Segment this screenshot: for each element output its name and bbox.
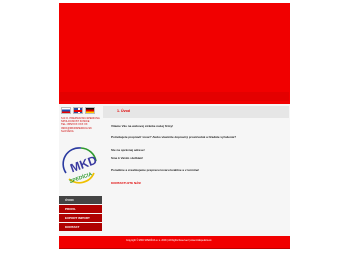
menu-item-uvod[interactable]: ÚVOD — [59, 196, 102, 204]
welcome-text: Vitame Vás na webovej stránke našej firm… — [111, 124, 174, 128]
logo-text: MKD — [68, 153, 99, 176]
page-title: 1. Úvod — [117, 109, 130, 113]
content-line: Ste na správnej adrese! — [111, 148, 145, 152]
header-strip — [60, 92, 289, 101]
contact-link[interactable]: KONTAKTUJTE NÁS! — [111, 181, 141, 186]
footer — [59, 236, 290, 248]
side-menu: ÚVOD PROFIL EXPORT IMPORT KONTAKT — [59, 196, 102, 232]
footer-copyright: Copyright © MKD SPEDÍCIA s.r.o. 2009 | A… — [126, 240, 212, 242]
menu-item-profil[interactable]: PROFIL — [59, 205, 102, 213]
content-line: Sme k Vašim službám! — [111, 156, 144, 160]
content-header-bar — [103, 106, 289, 118]
language-flags — [61, 107, 95, 114]
footer-divider — [59, 248, 290, 249]
flag-en-icon[interactable] — [73, 107, 83, 114]
company-info: S.R.O. PREPRAVNO-SPEDIČNÁ SPOLOČNOSŤ KOŠ… — [61, 117, 102, 133]
mkd-logo: MKD SPEDÍCIA — [62, 147, 99, 185]
flag-de-icon[interactable] — [85, 107, 95, 114]
header-banner — [59, 3, 290, 104]
content-line: Potrebujete prepraviť tovar? Alebo vlast… — [111, 135, 237, 139]
flag-sk-icon[interactable] — [61, 107, 71, 114]
company-info-line: SLOVAKIA — [61, 129, 74, 133]
menu-item-export-import[interactable]: EXPORT IMPORT — [59, 214, 102, 222]
content-line: Poradíme a zrealizujeme prepravu tovaru … — [111, 168, 200, 172]
menu-item-kontakt[interactable]: KONTAKT — [59, 223, 102, 231]
